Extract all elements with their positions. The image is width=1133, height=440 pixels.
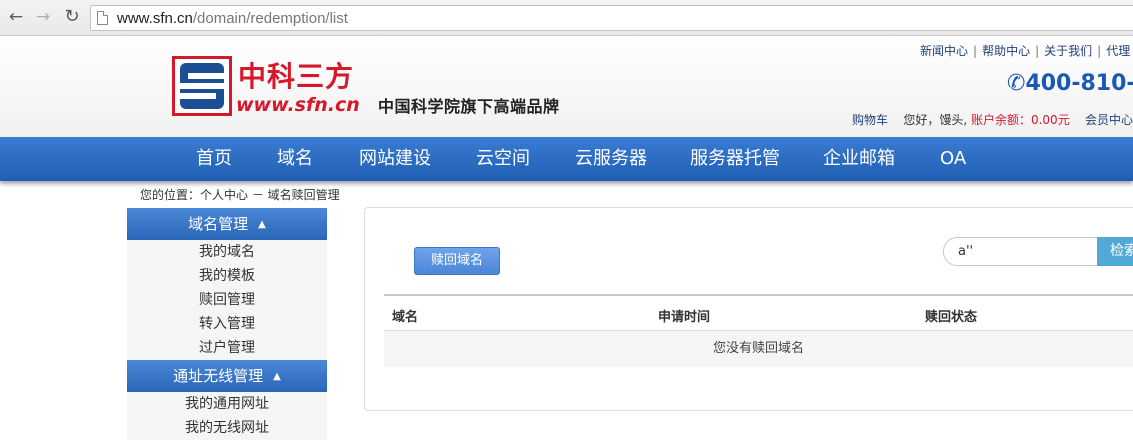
- table-header: 域名 申请时间 赎回状态: [384, 294, 1133, 331]
- chevron-up-icon: ▲: [273, 371, 281, 382]
- nav-hosting[interactable]: 服务器托管: [690, 148, 780, 170]
- hotline-number: 400-810-66: [1025, 71, 1133, 96]
- column-domain: 域名: [392, 310, 419, 325]
- phone-icon: ✆: [1007, 71, 1026, 96]
- column-apply-time: 申请时间: [658, 310, 711, 325]
- chevron-up-icon: ▲: [258, 219, 266, 230]
- forward-arrow-icon[interactable]: →: [33, 7, 53, 27]
- logo-s-icon: [180, 63, 224, 109]
- nav-cloud-server[interactable]: 云服务器: [575, 148, 647, 170]
- sidebar-item-transfer-in[interactable]: 转入管理: [127, 312, 327, 336]
- site-header: 中科三方 www.sfn.cn 中国科学院旗下高端品牌 新闻中心 | 帮助中心 | 关于…: [0, 37, 1133, 137]
- url-text: www.sfn.cn/domain/redemption/list: [117, 10, 348, 27]
- account-balance: 账户余额：0.00元: [970, 113, 1070, 127]
- hotline: ✆400-810-66: [1007, 71, 1133, 96]
- member-center-link[interactable]: 会员中心: [1085, 113, 1133, 127]
- logo-mark[interactable]: [172, 56, 232, 116]
- main-nav: 首页 域名 网站建设 云空间 云服务器 服务器托管 企业邮箱 OA: [0, 137, 1133, 181]
- cart-link[interactable]: 购物车: [852, 113, 888, 127]
- address-bar[interactable]: www.sfn.cn/domain/redemption/list: [90, 5, 1133, 31]
- reload-icon[interactable]: ↻: [62, 7, 82, 27]
- redeem-domain-button[interactable]: 赎回域名: [414, 247, 500, 275]
- redemption-table: 域名 申请时间 赎回状态 您没有赎回域名: [384, 294, 1133, 367]
- sidebar-item-my-domains[interactable]: 我的域名: [127, 240, 327, 264]
- sidebar-group-wireless[interactable]: 通址无线管理 ▲: [127, 360, 327, 392]
- page-icon: [97, 11, 108, 25]
- top-link-about[interactable]: 关于我们: [1044, 44, 1092, 58]
- nav-home[interactable]: 首页: [196, 148, 232, 170]
- top-link-agent[interactable]: 代理: [1106, 44, 1130, 58]
- sidebar-item-ownership[interactable]: 过户管理: [127, 336, 327, 360]
- logo-slogan: 中国科学院旗下高端品牌: [378, 97, 560, 116]
- top-link-help[interactable]: 帮助中心: [982, 44, 1030, 58]
- back-arrow-icon[interactable]: ←: [6, 7, 26, 27]
- url-host: www.sfn.cn: [117, 10, 193, 27]
- top-link-news[interactable]: 新闻中心: [920, 44, 968, 58]
- sidebar-item-wireless-urls[interactable]: 我的无线网址: [127, 416, 327, 440]
- nav-cloud-space[interactable]: 云空间: [476, 148, 530, 170]
- search-button[interactable]: 检索: [1097, 237, 1133, 266]
- sidebar-item-my-templates[interactable]: 我的模板: [127, 264, 327, 288]
- sidebar-item-redemption[interactable]: 赎回管理: [127, 288, 327, 312]
- nav-oa[interactable]: OA: [940, 148, 966, 170]
- url-path: /domain/redemption/list: [192, 10, 348, 27]
- sidebar-group-label: 域名管理: [188, 215, 249, 233]
- breadcrumb: 您的位置：个人中心 － 域名赎回管理: [140, 188, 340, 202]
- nav-website[interactable]: 网站建设: [359, 148, 431, 170]
- top-links: 新闻中心 | 帮助中心 | 关于我们 | 代理: [920, 44, 1131, 58]
- sidebar-group-label: 通址无线管理: [173, 367, 264, 385]
- account-bar: 购物车 您好，馒头, 账户余额：0.00元 会员中心 退: [852, 111, 1133, 128]
- sidebar-item-generic-urls[interactable]: 我的通用网址: [127, 392, 327, 416]
- logo-name[interactable]: 中科三方: [238, 61, 354, 93]
- logo-url: www.sfn.cn: [236, 94, 360, 116]
- greeting: 您好，馒头,: [903, 113, 968, 127]
- search-input[interactable]: a'': [943, 237, 1098, 266]
- browser-toolbar: ← → ↻ www.sfn.cn/domain/redemption/list: [0, 0, 1133, 36]
- empty-message: 您没有赎回域名: [384, 331, 1133, 367]
- nav-domain[interactable]: 域名: [277, 148, 313, 170]
- nav-email[interactable]: 企业邮箱: [823, 148, 895, 170]
- sidebar-group-domain[interactable]: 域名管理 ▲: [127, 208, 327, 240]
- sidebar: 域名管理 ▲ 我的域名 我的模板 赎回管理 转入管理 过户管理 通址无线管理 ▲ 我…: [127, 208, 327, 440]
- column-status: 赎回状态: [925, 310, 978, 325]
